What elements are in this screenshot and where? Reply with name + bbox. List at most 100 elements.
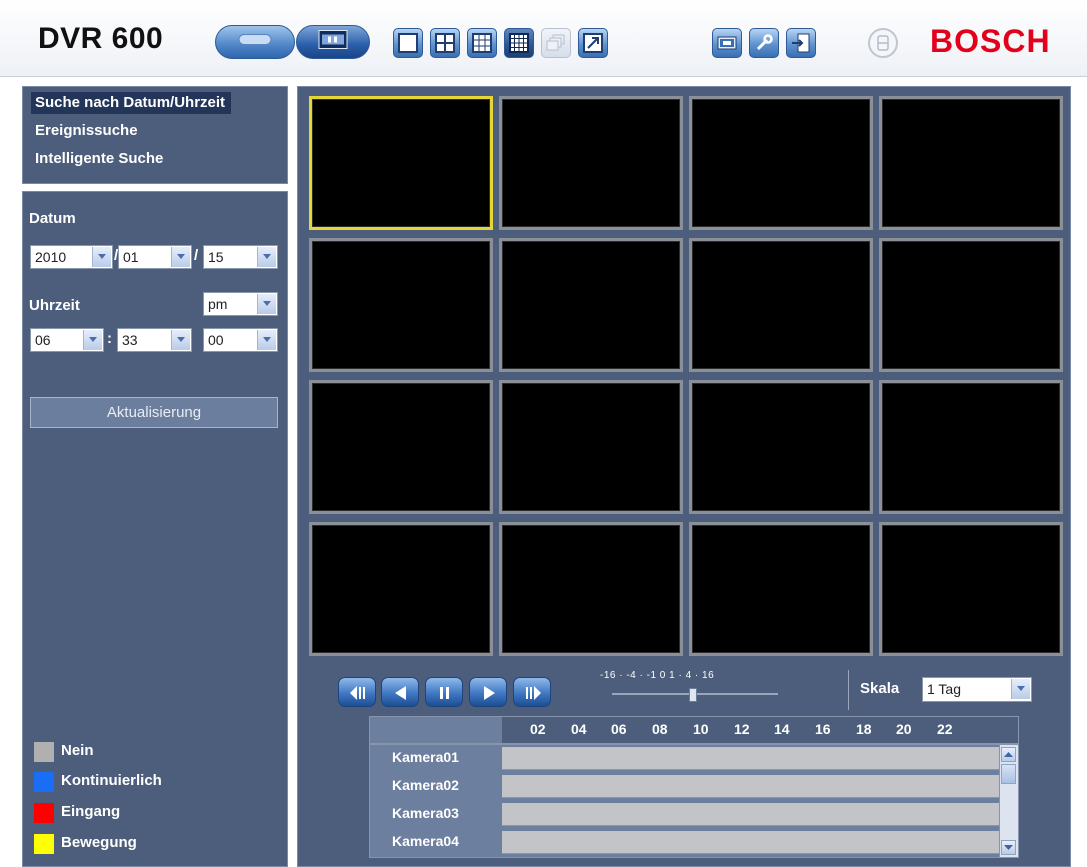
camera-timeline-track[interactable] (502, 775, 1000, 798)
hour-label: 12 (734, 721, 750, 737)
sequence-icon (546, 34, 565, 51)
fast-forward-icon (526, 686, 541, 700)
speed-slider-thumb[interactable] (689, 688, 697, 702)
event-search[interactable]: Ereignissuche (31, 120, 144, 142)
layout-16-button[interactable] (504, 28, 534, 58)
film-icon (318, 30, 348, 55)
play-button[interactable] (469, 677, 507, 707)
fullscreen-button[interactable] (578, 28, 608, 58)
hour-label: 14 (774, 721, 790, 737)
camera-name: Kamera02 (392, 777, 459, 793)
time-label: Uhrzeit (29, 297, 80, 314)
ampm-select[interactable]: pm (203, 292, 278, 316)
video-tile[interactable] (879, 380, 1063, 514)
hour-label: 16 (815, 721, 831, 737)
video-tile[interactable] (309, 238, 493, 372)
play-reverse-button[interactable] (381, 677, 419, 707)
video-tile[interactable] (689, 380, 873, 514)
search-by-datetime[interactable]: Suche nach Datum/Uhrzeit (31, 92, 232, 114)
timeline-corner (370, 717, 502, 743)
live-view-button[interactable] (215, 25, 295, 59)
year-select[interactable]: 2010 (30, 245, 113, 269)
scale-label: Skala (860, 680, 900, 697)
update-button[interactable]: Aktualisierung (30, 397, 278, 428)
play-icon (484, 686, 495, 700)
legend-label: Kontinuierlich (61, 772, 162, 789)
hour-value: 06 (35, 332, 51, 348)
settings-button[interactable] (749, 28, 779, 58)
second-value: 00 (208, 332, 224, 348)
playback-button[interactable] (296, 25, 370, 59)
scroll-down-button[interactable] (1001, 840, 1016, 855)
camera-row: Kamera02 (370, 773, 1002, 799)
video-tile[interactable] (499, 380, 683, 514)
play-reverse-icon (395, 686, 406, 700)
fast-forward-button[interactable] (513, 677, 551, 707)
layout-9-button[interactable] (467, 28, 497, 58)
video-tile[interactable] (309, 380, 493, 514)
logout-icon (792, 33, 810, 53)
camera-row: Kamera03 (370, 801, 1002, 827)
hour-label: 06 (611, 721, 627, 737)
camera-timeline-track[interactable] (502, 831, 1000, 854)
wrench-icon (756, 34, 773, 51)
hour-label: 04 (571, 721, 587, 737)
export-icon (717, 36, 737, 50)
video-tile[interactable] (879, 238, 1063, 372)
chevron-down-icon (83, 330, 102, 350)
scroll-thumb[interactable] (1001, 764, 1016, 784)
video-tile[interactable] (879, 522, 1063, 656)
smart-search[interactable]: Intelligente Suche (31, 148, 169, 170)
camera-row: Kamera04 (370, 829, 1002, 855)
scale-select[interactable]: 1 Tag (922, 677, 1032, 702)
chevron-down-icon (1011, 679, 1030, 699)
video-tile[interactable] (879, 96, 1063, 230)
hour-select[interactable]: 06 (30, 328, 104, 352)
camera-name: Kamera01 (392, 749, 459, 765)
video-tile[interactable] (309, 522, 493, 656)
legend-label: Eingang (61, 803, 121, 820)
minute-select[interactable]: 33 (117, 328, 192, 352)
fast-rewind-button[interactable] (338, 677, 376, 707)
date-label: Datum (29, 210, 76, 227)
video-tile[interactable] (499, 96, 683, 230)
month-select[interactable]: 01 (118, 245, 192, 269)
layout-4-button[interactable] (430, 28, 460, 58)
video-tile[interactable] (499, 238, 683, 372)
layout-9-icon (472, 33, 492, 53)
camera-name: Kamera03 (392, 805, 459, 821)
camera-timeline-track[interactable] (502, 803, 1000, 826)
video-tile[interactable] (309, 96, 493, 230)
export-button[interactable] (712, 28, 742, 58)
hour-label: 18 (856, 721, 872, 737)
layout-1-button[interactable] (393, 28, 423, 58)
second-select[interactable]: 00 (203, 328, 278, 352)
hour-label: 08 (652, 721, 668, 737)
video-tile[interactable] (689, 238, 873, 372)
legend-label: Nein (61, 742, 94, 759)
day-select[interactable]: 15 (203, 245, 278, 269)
timeline-header: 02 04 06 08 10 12 14 16 18 20 22 (369, 716, 1019, 744)
print-button[interactable] (868, 28, 898, 58)
sequence-button[interactable] (541, 28, 571, 58)
hour-label: 22 (937, 721, 953, 737)
year-value: 2010 (35, 249, 67, 265)
ampm-value: pm (208, 296, 228, 312)
time-separator: : (107, 330, 112, 347)
chevron-down-icon (257, 330, 276, 350)
legend-swatch (34, 803, 54, 823)
chevron-down-icon (171, 247, 190, 267)
speed-scale-labels: -16 · -4 · -1 0 1 · 4 · 16 (600, 670, 715, 681)
camera-row: Kamera01 (370, 745, 1002, 771)
logout-button[interactable] (786, 28, 816, 58)
video-tile[interactable] (689, 96, 873, 230)
camera-timeline-track[interactable] (502, 747, 1000, 770)
fast-rewind-icon (350, 686, 365, 700)
video-tile[interactable] (499, 522, 683, 656)
video-tile[interactable] (689, 522, 873, 656)
timeline-scrollbar[interactable] (999, 745, 1018, 857)
date-separator: / (194, 247, 199, 264)
timeline-body: Kamera01 Kamera02 Kamera03 Kamera04 (369, 744, 1019, 858)
scroll-up-button[interactable] (1001, 747, 1016, 762)
pause-button[interactable] (425, 677, 463, 707)
